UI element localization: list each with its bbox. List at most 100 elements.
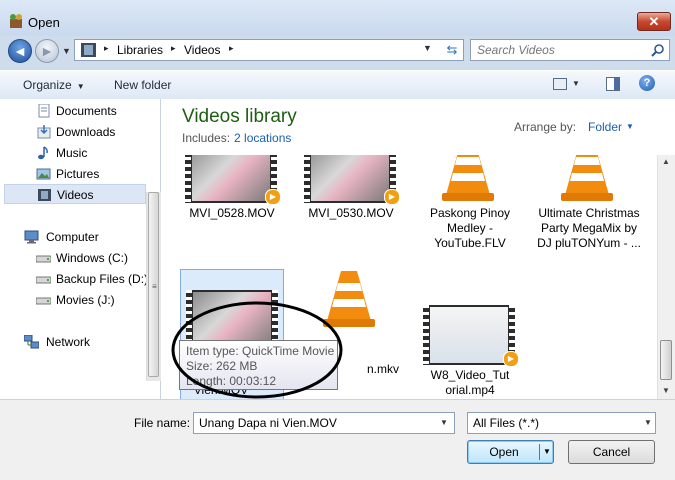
pictures-icon — [36, 168, 51, 180]
file-item[interactable]: ▶ W8_Video_Tutorial.mp4 — [418, 305, 522, 397]
organize-button[interactable]: Organize ▼ — [23, 78, 85, 92]
search-box[interactable] — [470, 39, 670, 61]
open-label: Open — [489, 445, 519, 459]
view-options-dropdown[interactable]: ▼ — [572, 79, 580, 88]
sidebar-item-label: Pictures — [56, 167, 100, 181]
file-name: MVI_0528.MOV — [189, 206, 275, 220]
window-title: Open — [28, 15, 60, 30]
dialog-footer: File name: ▼ All Files (*.*) ▼ Open ▼ Ca… — [0, 399, 675, 480]
annotation-circle — [171, 301, 343, 399]
sidebar-item-label: Documents — [56, 104, 117, 118]
video-thumbnail: ▶ — [304, 155, 400, 205]
file-name-field[interactable]: ▼ — [193, 412, 455, 434]
chevron-down-icon: ▼ — [76, 82, 85, 91]
sidebar-item-computer[interactable]: Computer — [4, 227, 150, 247]
sidebar-item-label: Backup Files (D:) — [56, 272, 149, 286]
breadcrumb-videos[interactable]: Videos — [184, 43, 220, 57]
sidebar-item-label: Windows (C:) — [56, 251, 129, 265]
app-icon — [10, 14, 22, 28]
file-item[interactable]: ▶ MVI_0528.MOV — [180, 155, 284, 243]
cancel-button[interactable]: Cancel — [568, 440, 655, 464]
music-icon — [38, 146, 48, 160]
title-bar: Open ✕ — [0, 0, 675, 36]
split-divider — [539, 444, 540, 460]
sidebar-item-windows-c[interactable]: Windows (C:) — [16, 248, 162, 268]
scrollbar-thumb[interactable] — [660, 340, 672, 380]
search-icon[interactable] — [651, 43, 665, 57]
sidebar-item-music[interactable]: Music — [16, 143, 162, 163]
sidebar-item-backup-d[interactable]: Backup Files (D:) — [16, 269, 162, 289]
organize-label: Organize — [23, 78, 72, 92]
media-badge-icon: ▶ — [384, 189, 400, 205]
vlc-cone-icon — [442, 155, 494, 201]
chevron-down-icon: ▼ — [644, 418, 652, 427]
file-type-select[interactable]: All Files (*.*) ▼ — [467, 412, 656, 434]
address-history-dropdown[interactable]: ▼ — [423, 43, 432, 53]
sidebar-item-label: Computer — [46, 230, 99, 244]
recent-pages-dropdown[interactable]: ▼ — [62, 46, 71, 56]
file-name: MVI_0530.MOV — [308, 206, 394, 220]
sidebar-item-network[interactable]: Network — [4, 332, 150, 352]
command-bar: Organize ▼ New folder ▼ ? — [0, 70, 675, 100]
new-folder-button[interactable]: New folder — [114, 78, 171, 92]
file-list-scrollbar[interactable]: ▲ ▼ — [657, 155, 675, 399]
back-arrow-icon: ◄ — [13, 43, 27, 59]
sidebar-item-videos[interactable]: Videos — [4, 184, 146, 204]
close-icon: ✕ — [648, 14, 660, 29]
videos-icon — [38, 189, 51, 201]
forward-arrow-icon: ► — [40, 43, 54, 59]
sidebar-item-pictures[interactable]: Pictures — [16, 164, 162, 184]
chevron-down-icon[interactable]: ▼ — [543, 447, 551, 456]
includes-label: Includes: — [182, 131, 231, 145]
breadcrumb-separator[interactable]: ▸ — [104, 43, 109, 54]
breadcrumb-libraries[interactable]: Libraries — [117, 43, 163, 57]
locations-link[interactable]: 2 locations — [234, 131, 291, 145]
grip-icon: ≡ — [152, 282, 157, 291]
open-button[interactable]: Open ▼ — [467, 440, 554, 464]
refresh-icon[interactable]: ⇆ — [443, 41, 461, 59]
media-badge-icon: ▶ — [265, 189, 281, 205]
back-button[interactable]: ◄ — [8, 39, 32, 63]
breadcrumb-separator[interactable]: ▸ — [229, 43, 234, 54]
file-name-label: File name: — [134, 416, 191, 430]
documents-icon — [38, 104, 50, 118]
sidebar-item-label: Network — [46, 335, 91, 349]
sidebar-item-label: Videos — [57, 188, 94, 202]
address-bar[interactable]: ▸ Libraries ▸ Videos ▸ ▼ ⇆ — [74, 39, 464, 61]
file-item[interactable]: ▶ MVI_0530.MOV — [299, 155, 403, 243]
navigation-pane: Documents Downloads Music Pictures Video… — [0, 99, 161, 399]
file-name-input[interactable] — [199, 416, 435, 430]
library-includes: Includes: 2 locations — [182, 131, 291, 145]
scrollbar-thumb[interactable]: ≡ — [148, 192, 159, 377]
scroll-up-icon[interactable]: ▲ — [662, 157, 670, 166]
library-videos-icon — [81, 43, 96, 57]
preview-pane-icon[interactable] — [606, 77, 620, 91]
search-input[interactable] — [477, 43, 647, 57]
sidebar-item-movies-j[interactable]: Movies (J:) — [16, 290, 162, 310]
network-icon — [24, 335, 39, 349]
arrange-by-label: Arrange by: — [514, 120, 577, 134]
sidebar-item-downloads[interactable]: Downloads — [16, 122, 162, 142]
video-thumbnail: ▶ — [185, 155, 281, 205]
file-name: W8_Video_Tutorial.mp4 — [430, 368, 510, 397]
arrange-by-dropdown[interactable]: Folder — [588, 120, 622, 134]
help-icon[interactable]: ? — [639, 75, 655, 91]
chevron-down-icon[interactable]: ▼ — [440, 418, 448, 427]
file-item[interactable]: Ultimate Christmas Party MegaMix by DJ p… — [537, 155, 641, 250]
downloads-icon — [37, 125, 51, 139]
navigation-scrollbar[interactable]: ≡ — [146, 192, 161, 381]
chevron-down-icon[interactable]: ▼ — [626, 122, 634, 131]
file-name: Paskong Pinoy Medley - YouTube.FLV — [429, 206, 511, 250]
forward-button[interactable]: ► — [35, 39, 59, 63]
breadcrumb-separator[interactable]: ▸ — [171, 43, 176, 54]
file-type-value: All Files (*.*) — [473, 416, 540, 430]
file-item[interactable]: Paskong Pinoy Medley - YouTube.FLV — [418, 155, 522, 250]
change-view-icon[interactable] — [553, 78, 567, 90]
video-thumbnail: ▶ — [423, 305, 519, 367]
computer-icon — [24, 230, 39, 244]
media-badge-icon: ▶ — [503, 351, 519, 367]
close-button[interactable]: ✕ — [637, 12, 671, 31]
sidebar-item-documents[interactable]: Documents — [16, 101, 162, 121]
scroll-down-icon[interactable]: ▼ — [662, 386, 670, 395]
sidebar-item-label: Movies (J:) — [56, 293, 115, 307]
